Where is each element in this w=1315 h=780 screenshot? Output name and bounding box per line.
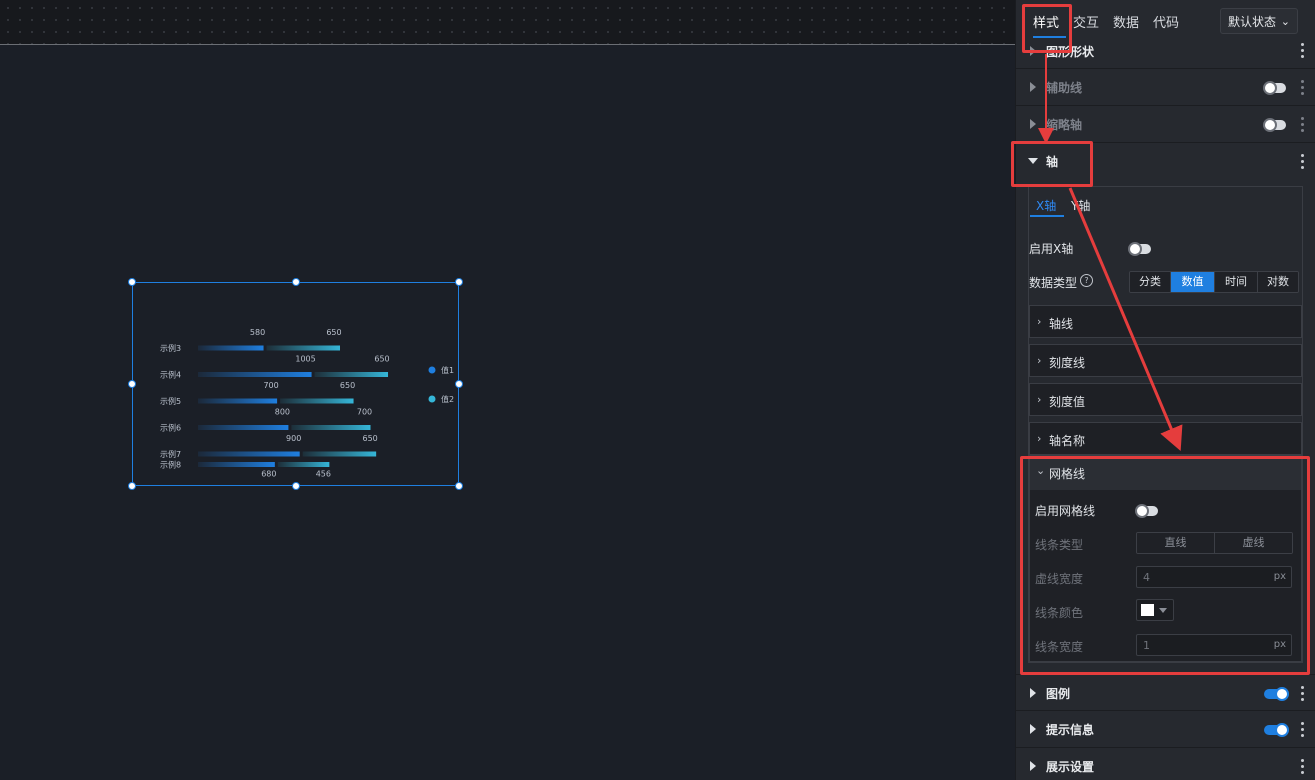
annotation-arrows	[1038, 54, 1183, 452]
arrow-axis-to-grid	[1068, 187, 1183, 452]
